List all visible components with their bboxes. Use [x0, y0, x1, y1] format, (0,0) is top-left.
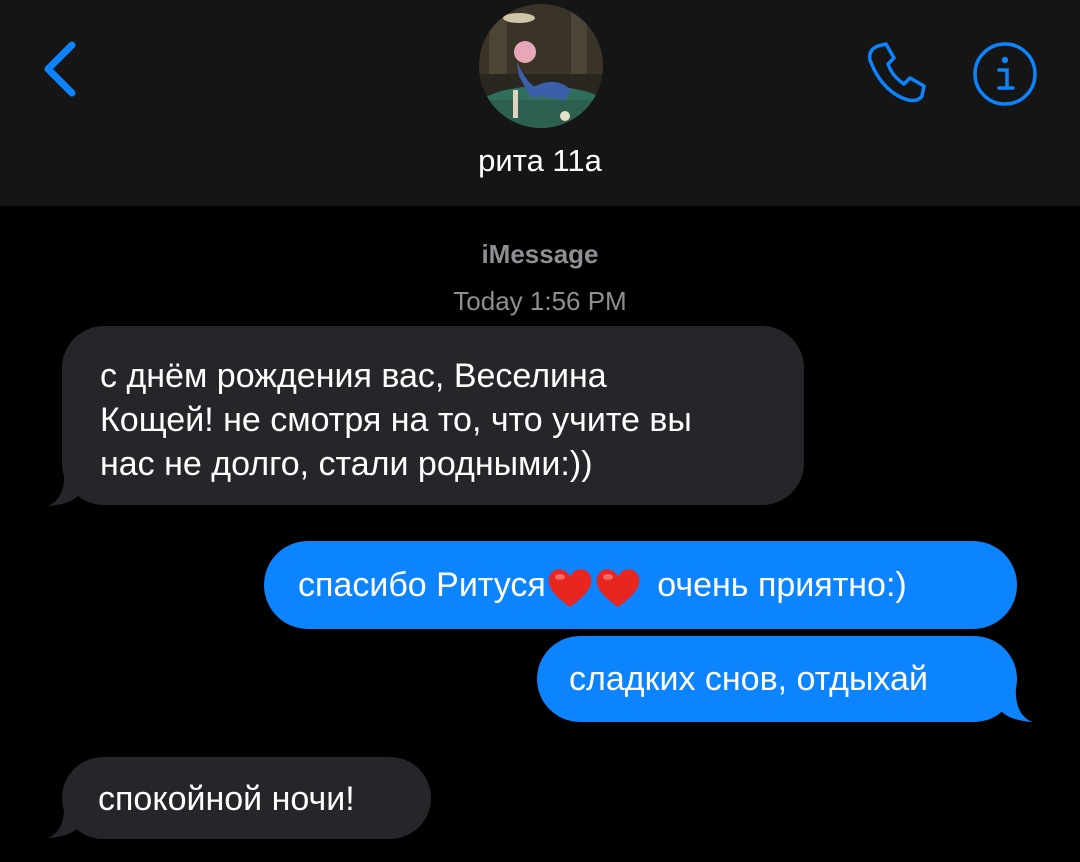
phone-icon	[867, 42, 926, 103]
call-button[interactable]	[862, 40, 932, 106]
message-text: спокойной ночи!	[98, 780, 355, 818]
message-bubble-outgoing[interactable]: спасибо Ритуся очень приятно:)	[264, 541, 1017, 629]
message-text: очень приятно:)	[647, 566, 907, 604]
back-button[interactable]	[30, 34, 90, 104]
message-bubble-incoming[interactable]: с днём рождения вас, Веселина Кощей! не …	[62, 326, 804, 505]
contact-name[interactable]: рита 11а	[0, 143, 1080, 179]
message-text: спасибо Ритуся	[298, 566, 546, 604]
info-icon	[973, 42, 1037, 106]
heart-emoji	[546, 564, 644, 611]
message-timestamp: Today 1:56 PM	[453, 286, 627, 316]
service-label: iMessage	[481, 239, 599, 269]
message-line: Кощей! не смотря на то, что учите вы	[100, 401, 692, 439]
info-button[interactable]	[971, 40, 1039, 108]
conversation-header: рита 11а	[0, 0, 1080, 206]
message-line: с днём рождения вас, Веселина	[100, 357, 607, 395]
message-line: нас не долго, стали родными:))	[100, 445, 593, 483]
message-bubble-incoming[interactable]: спокойной ночи!	[62, 757, 431, 839]
chevron-left-icon	[44, 41, 76, 97]
message-text: сладких снов, отдыхай	[569, 660, 928, 698]
contact-avatar[interactable]	[479, 4, 603, 128]
message-bubble-outgoing[interactable]: сладких снов, отдыхай	[537, 636, 1017, 722]
